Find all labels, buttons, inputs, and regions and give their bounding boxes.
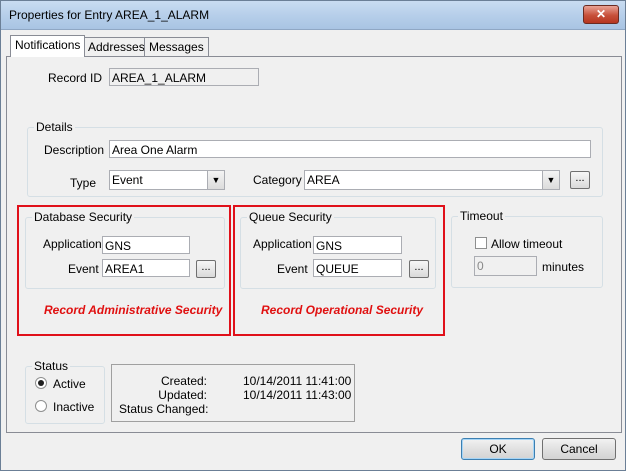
notifications-panel: Record ID AREA_1_ALARM Details Descripti… xyxy=(6,56,622,433)
queue-event-field[interactable]: QUEUE xyxy=(313,259,402,277)
status-active-radio[interactable] xyxy=(35,377,47,389)
ok-button[interactable]: OK xyxy=(461,438,535,460)
tab-notifications-label: Notifications xyxy=(15,38,81,52)
queue-event-label: Event xyxy=(277,262,308,276)
allow-timeout-checkbox[interactable] xyxy=(475,237,487,249)
cancel-button[interactable]: Cancel xyxy=(542,438,616,460)
category-value: AREA xyxy=(307,173,340,187)
close-button[interactable]: ✕ xyxy=(583,5,619,24)
db-event-field[interactable]: AREA1 xyxy=(102,259,190,277)
timeout-group: Timeout xyxy=(451,209,603,288)
tab-notifications[interactable]: Notifications xyxy=(10,35,86,57)
close-icon: ✕ xyxy=(595,7,607,21)
type-label: Type xyxy=(70,176,97,190)
description-label: Description xyxy=(44,143,105,157)
db-event-browse-button[interactable]: ... xyxy=(196,260,216,278)
timeout-unit-label: minutes xyxy=(542,260,585,274)
created-label: Created: xyxy=(160,374,207,388)
status-active-label: Active xyxy=(53,377,86,391)
properties-dialog: Properties for Entry AREA_1_ALARM ✕ Noti… xyxy=(0,0,626,471)
db-application-field[interactable]: GNS xyxy=(102,236,190,254)
radio-selected-icon xyxy=(38,380,44,386)
allow-timeout-label: Allow timeout xyxy=(491,237,563,251)
updated-value: 10/14/2011 11:43:00 xyxy=(243,388,352,402)
status-title: Status xyxy=(32,359,71,373)
tab-messages[interactable]: Messages xyxy=(144,37,209,56)
created-value: 10/14/2011 11:41:00 xyxy=(243,374,352,388)
queue-application-field[interactable]: GNS xyxy=(313,236,402,254)
status-group: Status xyxy=(25,359,105,424)
operational-security-annotation: Record Operational Security xyxy=(261,303,424,317)
record-id-field[interactable]: AREA_1_ALARM xyxy=(109,68,259,86)
tab-messages-label: Messages xyxy=(149,40,204,54)
queue-application-label: Application xyxy=(253,237,312,251)
queue-security-title: Queue Security xyxy=(247,210,334,224)
tab-addresses-label: Addresses xyxy=(88,40,145,54)
status-changed-label: Status Changed: xyxy=(119,402,209,416)
window-title: Properties for Entry AREA_1_ALARM xyxy=(9,8,210,22)
category-browse-button[interactable]: ... xyxy=(570,171,590,189)
type-select[interactable]: Event ▼ xyxy=(109,170,225,190)
timeout-title: Timeout xyxy=(458,209,505,223)
status-inactive-label: Inactive xyxy=(53,400,95,414)
record-id-label: Record ID xyxy=(48,71,103,85)
database-security-title: Database Security xyxy=(32,210,135,224)
tab-addresses[interactable]: Addresses xyxy=(83,37,150,56)
updated-label: Updated: xyxy=(158,388,207,402)
category-label: Category xyxy=(253,173,302,187)
category-select[interactable]: AREA ▼ xyxy=(304,170,560,190)
db-application-label: Application xyxy=(43,237,102,251)
timeout-minutes-field[interactable]: 0 xyxy=(474,256,537,276)
details-title: Details xyxy=(34,120,75,134)
queue-event-browse-button[interactable]: ... xyxy=(409,260,429,278)
chevron-down-icon[interactable]: ▼ xyxy=(542,171,559,189)
status-inactive-radio[interactable] xyxy=(35,400,47,412)
db-event-label: Event xyxy=(68,262,99,276)
title-bar[interactable]: Properties for Entry AREA_1_ALARM ✕ xyxy=(1,1,625,30)
chevron-down-icon[interactable]: ▼ xyxy=(207,171,224,189)
type-value: Event xyxy=(112,173,143,187)
description-field[interactable]: Area One Alarm xyxy=(109,140,591,158)
admin-security-annotation: Record Administrative Security xyxy=(44,303,223,317)
